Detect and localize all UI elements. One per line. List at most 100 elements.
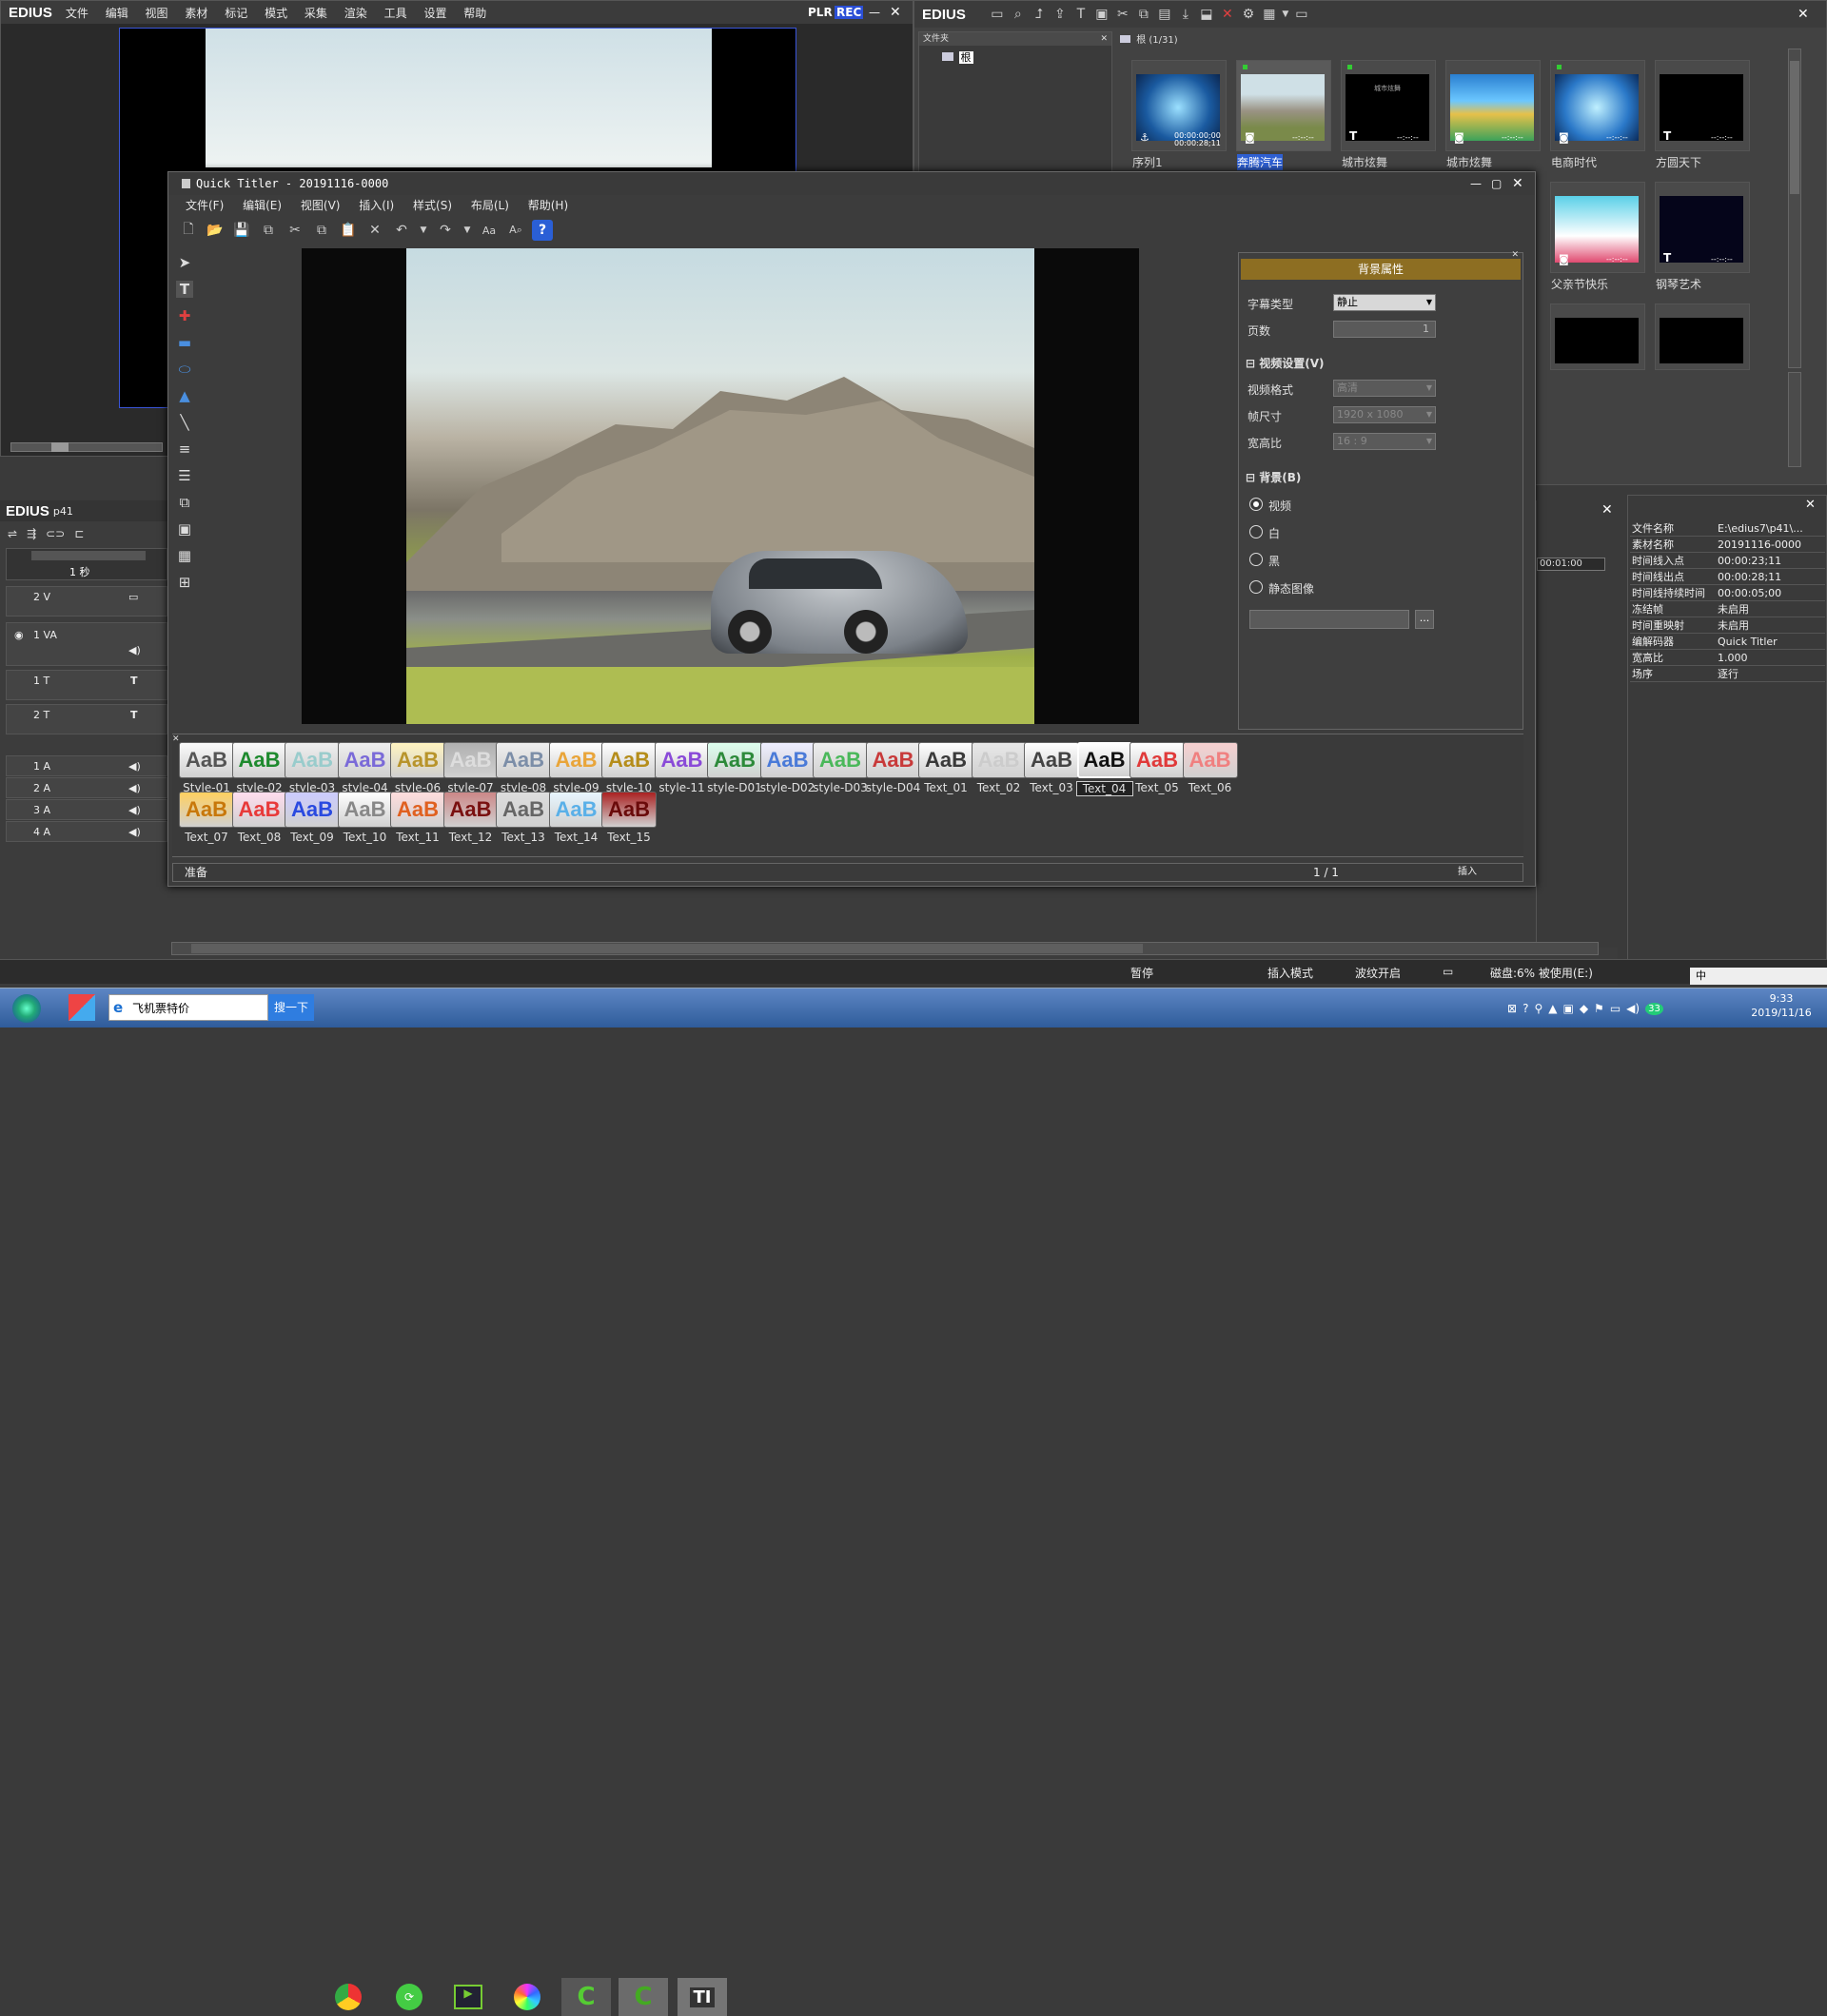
open-file-icon[interactable]: 📂 [205,220,226,241]
clip-thumb[interactable]: ◙ --:--:-- 父亲节快乐 [1550,182,1645,291]
timescale-value[interactable]: 1 秒 [69,564,90,579]
rec-label[interactable]: REC [835,6,864,19]
style-tile[interactable]: AaB style-D01 [706,742,763,799]
search-go-button[interactable]: 搜一下 [268,994,314,1021]
clip-thumb[interactable]: 城市炫舞 T --:--:-- 城市炫舞 [1341,60,1436,169]
style-tile[interactable]: AaB Text_03 [1023,742,1080,799]
network-icon[interactable]: ▣ [1562,1002,1573,1015]
menu-clip[interactable]: 素材 [185,5,207,21]
menu-icon[interactable]: ▭ [1291,4,1312,25]
chevron-down-icon[interactable]: ▼ [462,220,473,241]
link-icon[interactable]: ⊂⊃ [46,527,65,546]
user-icon[interactable]: ⚲ [1534,1002,1542,1015]
camtasia-icon-2[interactable]: C [619,1978,668,2016]
style-tile[interactable]: AaB Text_05 [1129,742,1186,799]
tray-icon[interactable]: ⊠ [1507,1002,1517,1015]
clip-thumb[interactable]: ◙ --:--:-- 电商时代 [1550,60,1645,169]
grid-icon[interactable]: ▦ [178,547,191,564]
close-icon[interactable]: ✕ [1512,176,1523,191]
minimize-icon[interactable]: — [869,6,880,19]
help-icon[interactable]: ? [532,220,553,241]
style-tile[interactable]: AaB Text_08 [231,792,288,849]
style-tile[interactable]: AaB style-D04 [865,742,922,799]
menu-edit[interactable]: 编辑 [106,5,128,21]
style-tile[interactable]: AaB style-07 [442,742,500,799]
insert-mode-status[interactable]: 插入模式 [1267,965,1313,981]
style-tile[interactable]: AaB style-06 [389,742,446,799]
track-1va[interactable]: ◉ 1 VA ◀) [6,622,167,666]
find-text-icon[interactable]: A⌕ [505,220,526,241]
group-icon[interactable]: ▣ [178,520,191,538]
menu-capture[interactable]: 采集 [304,5,327,21]
delete-icon[interactable]: ✕ [364,220,385,241]
display-icon[interactable]: ▭ [1610,1002,1621,1015]
speaker-icon[interactable]: ◀) [128,782,141,794]
clip-thumb[interactable]: T --:--:-- 方圆天下 [1655,60,1750,169]
style-tile[interactable]: AaB Text_01 [917,742,974,799]
style-tile[interactable]: AaB Text_12 [442,792,500,849]
app-icon-square[interactable] [57,988,107,1027]
clip-thumb[interactable]: ⚓ 00:00:00;00 00:00:28;11 序列1 [1131,60,1227,169]
video-settings-header[interactable]: ⊟ 视频设置(V) [1246,355,1325,371]
close-icon[interactable]: ✕ [1100,32,1108,46]
insert-icon[interactable]: ⤓ [1175,4,1196,25]
menu-file[interactable]: 文件(F) [186,197,224,213]
minimize-icon[interactable]: — [1470,177,1482,190]
chevron-down-icon[interactable]: ▼ [418,220,429,241]
menu-tools[interactable]: 工具 [384,5,407,21]
style-tile[interactable]: AaB Text_15 [600,792,658,849]
split-icon[interactable]: ⇶ [27,527,36,546]
menu-marker[interactable]: 标记 [225,5,247,21]
rectangle-tool-icon[interactable]: ▬ [178,334,191,351]
bg-radio-black[interactable] [1249,553,1263,566]
pages-input[interactable]: 1 [1333,321,1436,338]
cut-icon[interactable]: ✂ [285,220,305,241]
battery-badge[interactable]: 33 [1645,1002,1663,1015]
preview-slider[interactable] [10,442,163,452]
bin-scrollbar-lower[interactable] [1788,372,1801,467]
speaker-icon[interactable]: ◀) [128,826,141,838]
table-icon[interactable]: ⊞ [179,574,191,591]
align-center-icon[interactable]: ☰ [178,467,190,484]
menu-help[interactable]: 帮助(H) [528,197,568,213]
bin-scrollbar[interactable] [1788,49,1801,368]
speaker-icon[interactable]: ◀) [128,644,141,656]
style-tile[interactable]: AaB Style-01 [178,742,235,799]
style-tile[interactable]: AaB Text_09 [284,792,341,849]
chevron-up-icon[interactable]: ▲ [1548,1002,1557,1015]
overwrite-icon[interactable]: ⬓ [1196,4,1217,25]
flag-icon[interactable]: ⚑ [1594,1002,1604,1015]
track-lock-icon[interactable]: ▭ [128,591,138,603]
ellipse-tool-icon[interactable]: ⬭ [179,361,191,378]
menu-file[interactable]: 文件 [66,5,88,21]
style-tile[interactable]: AaB Text_06 [1182,742,1239,799]
align-left-icon[interactable]: ≡ [179,440,191,458]
close-icon[interactable]: ✕ [1601,502,1613,518]
save-as-icon[interactable]: ⧉ [258,220,279,241]
style-tile[interactable]: AaB Text_14 [548,792,605,849]
properties-icon[interactable]: ⚙ [1238,4,1259,25]
close-icon[interactable]: ✕ [1805,498,1816,512]
titler-task-icon[interactable]: TI [678,1978,727,2016]
background-header[interactable]: ⊟ 背景(B) [1246,469,1301,485]
undo-icon[interactable]: ↶ [391,220,412,241]
menu-edit[interactable]: 编辑(E) [243,197,282,213]
menu-settings[interactable]: 设置 [423,5,446,21]
copy-icon[interactable]: ⧉ [311,220,332,241]
style-tile[interactable]: AaB Text_10 [337,792,394,849]
scrollbar-thumb[interactable] [191,944,1143,953]
open-icon[interactable]: ⇪ [1050,4,1071,25]
track-1a[interactable]: 1 A ◀) [6,755,167,776]
layer-icon[interactable]: ⧉ [180,494,190,511]
tray-ime[interactable]: 中 [1690,968,1827,985]
scrollbar-thumb[interactable] [1790,61,1799,194]
style-tile[interactable]: AaB style-02 [231,742,288,799]
titler-canvas[interactable] [302,248,1139,724]
browse-button[interactable]: ... [1415,610,1434,629]
cut-icon[interactable]: ✂ [1112,4,1133,25]
copy-icon[interactable]: ⧉ [1133,4,1154,25]
folder-icon[interactable]: ▭ [987,4,1008,25]
plr-label[interactable]: PLR [808,6,833,19]
crop-tool-icon[interactable]: ✚ [179,307,191,324]
paste-icon[interactable]: 📋 [338,220,359,241]
